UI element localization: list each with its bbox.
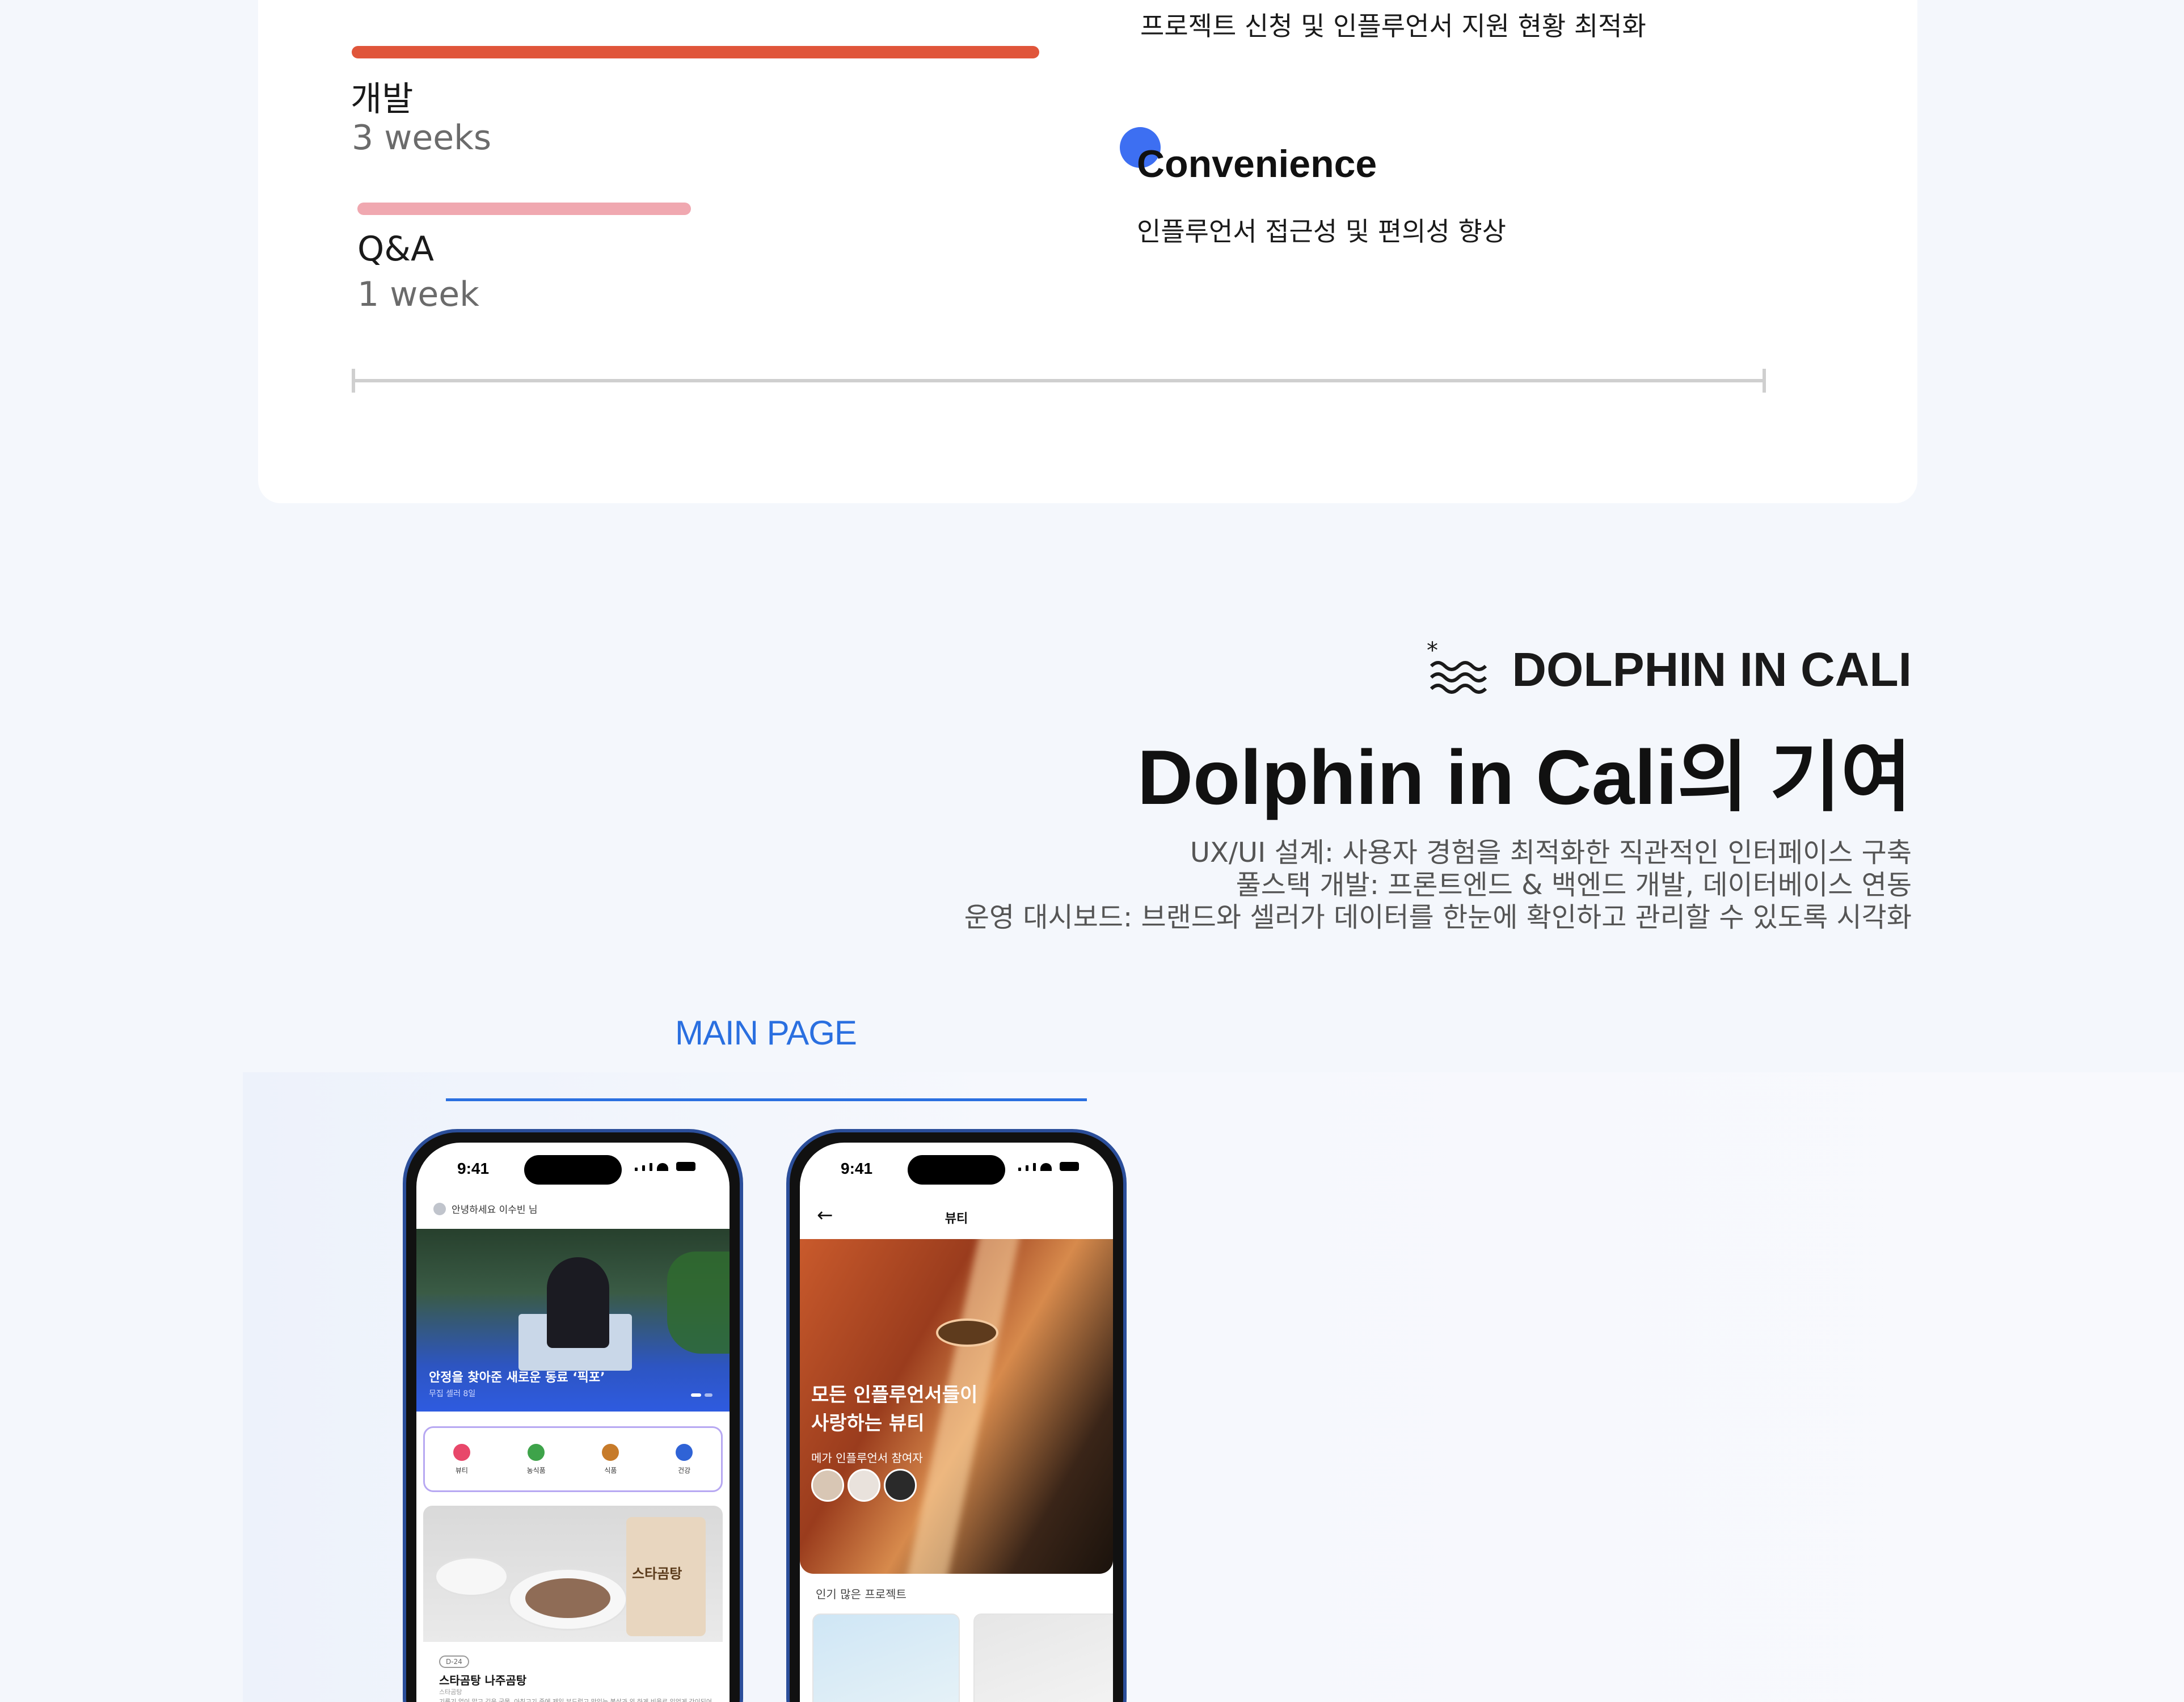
hero-subcaption: 무집 셀러 8일 (429, 1389, 476, 1398)
brand-name: DOLPHIN IN CALI (1512, 642, 1912, 696)
avatar[interactable] (811, 1469, 844, 1502)
greeting-row[interactable]: 안녕하세요 이수빈 님 (433, 1202, 538, 1216)
category-label: 뷰티 (455, 1466, 468, 1474)
popular-projects-label: 인기 많은 프로젝트 (816, 1587, 907, 1601)
timeline-axis-end-tick (1763, 369, 1766, 393)
beauty-hero-caption-line-2: 사랑하는 뷰티 (811, 1412, 925, 1435)
phone-mockup-beauty: 9:41 ← 뷰티 모든 인플루언서들이 사랑하는 뷰티 메가 인플루언서 참여… (786, 1129, 1127, 1702)
contribution-description: UX/UI 설계: 사용자 경험을 최적화한 직관적인 인터페이스 구축 풀스택… (964, 837, 1912, 934)
category-health[interactable]: 건강 (676, 1443, 693, 1475)
wifi-icon (1040, 1163, 1052, 1171)
beauty-hero-caption: 모든 인플루언서들이 사랑하는 뷰티 (811, 1381, 977, 1438)
phone-screen-home: 9:41 안녕하세요 이수빈 님 안정을 찾아준 새로운 동료 ‘픽포’ 무집 … (416, 1143, 730, 1702)
phone-mockup-home: 9:41 안녕하세요 이수빈 님 안정을 찾아준 새로운 동료 ‘픽포’ 무집 … (403, 1129, 743, 1702)
profile-icon[interactable] (433, 1202, 446, 1215)
phase-bar-development (352, 46, 1039, 58)
lipstick-icon (453, 1443, 470, 1461)
category-agrifood[interactable]: 농식품 (526, 1443, 546, 1475)
avatar[interactable] (884, 1469, 917, 1502)
product-title[interactable]: 스타곰탕 나주곰탕 (439, 1671, 526, 1688)
sprout-icon (528, 1443, 545, 1461)
brand-row: * DOLPHIN IN CALI (1427, 638, 1912, 698)
product-image[interactable]: 스타곰탕 (423, 1506, 723, 1642)
signal-icon (635, 1168, 638, 1171)
phone-screen-beauty: 9:41 ← 뷰티 모든 인플루언서들이 사랑하는 뷰티 메가 인플루언서 참여… (800, 1143, 1113, 1702)
main-page-underline (446, 1098, 1087, 1101)
person-image (547, 1257, 609, 1348)
product-description: 기름기 없이 맑고 깊은 국물, 아침고기 중에 제일 부드럽고 맛있는 불살과… (439, 1698, 712, 1702)
phase-name-development: 개발 (351, 79, 414, 119)
soup (525, 1578, 610, 1618)
status-icons (635, 1162, 695, 1171)
contribution-line-uxui: UX/UI 설계: 사용자 경험을 최적화한 직관적인 인터페이스 구축 (1190, 837, 1912, 869)
main-page-label: MAIN PAGE (675, 1014, 857, 1052)
beauty-hero-banner[interactable]: 모든 인플루언서들이 사랑하는 뷰티 메가 인플루언서 참여자 (800, 1239, 1113, 1574)
nav-bar: ← 뷰티 (800, 1194, 1113, 1233)
dynamic-island (524, 1155, 622, 1185)
pouch-label: 스타곰탕 (632, 1566, 682, 1582)
hero-banner[interactable]: 안정을 찾아준 새로운 동료 ‘픽포’ 무집 셀러 8일 (416, 1229, 730, 1412)
status-bar: 9:41 (800, 1143, 1113, 1194)
deadline-tag: D-24 (439, 1655, 469, 1668)
goal-optimization-text: 프로젝트 신청 및 인플루언서 지원 현황 최적화 (1140, 11, 1646, 41)
status-time: 9:41 (841, 1160, 873, 1177)
eye-image (936, 1318, 998, 1347)
product-pouch: 스타곰탕 (626, 1517, 706, 1636)
avatar[interactable] (848, 1469, 880, 1502)
contribution-line-fullstack: 풀스택 개발: 프론트엔드 & 백엔드 개발, 데이터베이스 연동 (1236, 869, 1912, 901)
status-bar: 9:41 (416, 1143, 730, 1194)
category-label: 농식품 (526, 1466, 546, 1474)
category-label: 식품 (604, 1466, 617, 1474)
side-dish-bowl (435, 1557, 508, 1596)
goal-convenience-title: Convenience (1137, 142, 1377, 186)
product-seller: 스타곰탕 (439, 1688, 462, 1696)
timeline-axis-start-tick (352, 369, 355, 393)
status-time: 9:41 (457, 1160, 490, 1177)
project-thumbnail[interactable] (812, 1613, 960, 1702)
goal-convenience-text: 인플루언서 접근성 및 편의성 향상 (1137, 216, 1506, 247)
category-bar: 뷰티 농식품 식품 건강 (423, 1426, 723, 1492)
battery-icon (1060, 1162, 1079, 1171)
participants-label: 메가 인플루언서 참여자 (811, 1451, 923, 1465)
project-thumbnail[interactable] (973, 1613, 1113, 1702)
hero-caption: 안정을 찾아준 새로운 동료 ‘픽포’ (429, 1371, 605, 1385)
status-icons (1018, 1162, 1079, 1171)
contribution-line-dashboard: 운영 대시보드: 브랜드와 셀러가 데이터를 한눈에 확인하고 관리할 수 있도… (964, 901, 1912, 933)
dumbbell-icon (676, 1443, 693, 1461)
category-beauty[interactable]: 뷰티 (453, 1443, 470, 1475)
phase-bar-qa (357, 203, 691, 215)
svg-text:*: * (1427, 641, 1438, 664)
timeline-axis (352, 379, 1766, 382)
signal-icon (1018, 1168, 1021, 1171)
phase-duration-qa: 1 week (357, 275, 479, 314)
dolphin-waves-icon: * (1427, 638, 1495, 698)
carousel-dots[interactable] (691, 1393, 712, 1397)
participant-avatars[interactable] (811, 1469, 917, 1502)
beauty-hero-caption-line-1: 모든 인플루언서들이 (811, 1384, 978, 1406)
battery-icon (676, 1162, 695, 1171)
dynamic-island (908, 1155, 1005, 1185)
nav-title: 뷰티 (945, 1212, 968, 1226)
section-title: Dolphin in Cali의 기여 (1137, 734, 1912, 820)
plant-image (667, 1252, 730, 1354)
category-food[interactable]: 식품 (602, 1443, 619, 1475)
phase-duration-development: 3 weeks (352, 118, 492, 158)
greeting-text: 안녕하세요 이수빈 님 (452, 1204, 538, 1216)
food-icon (602, 1443, 619, 1461)
phase-name-qa: Q&A (357, 229, 435, 269)
timeline-card (258, 0, 1917, 503)
wifi-icon (657, 1163, 668, 1171)
category-label: 건강 (678, 1466, 691, 1474)
